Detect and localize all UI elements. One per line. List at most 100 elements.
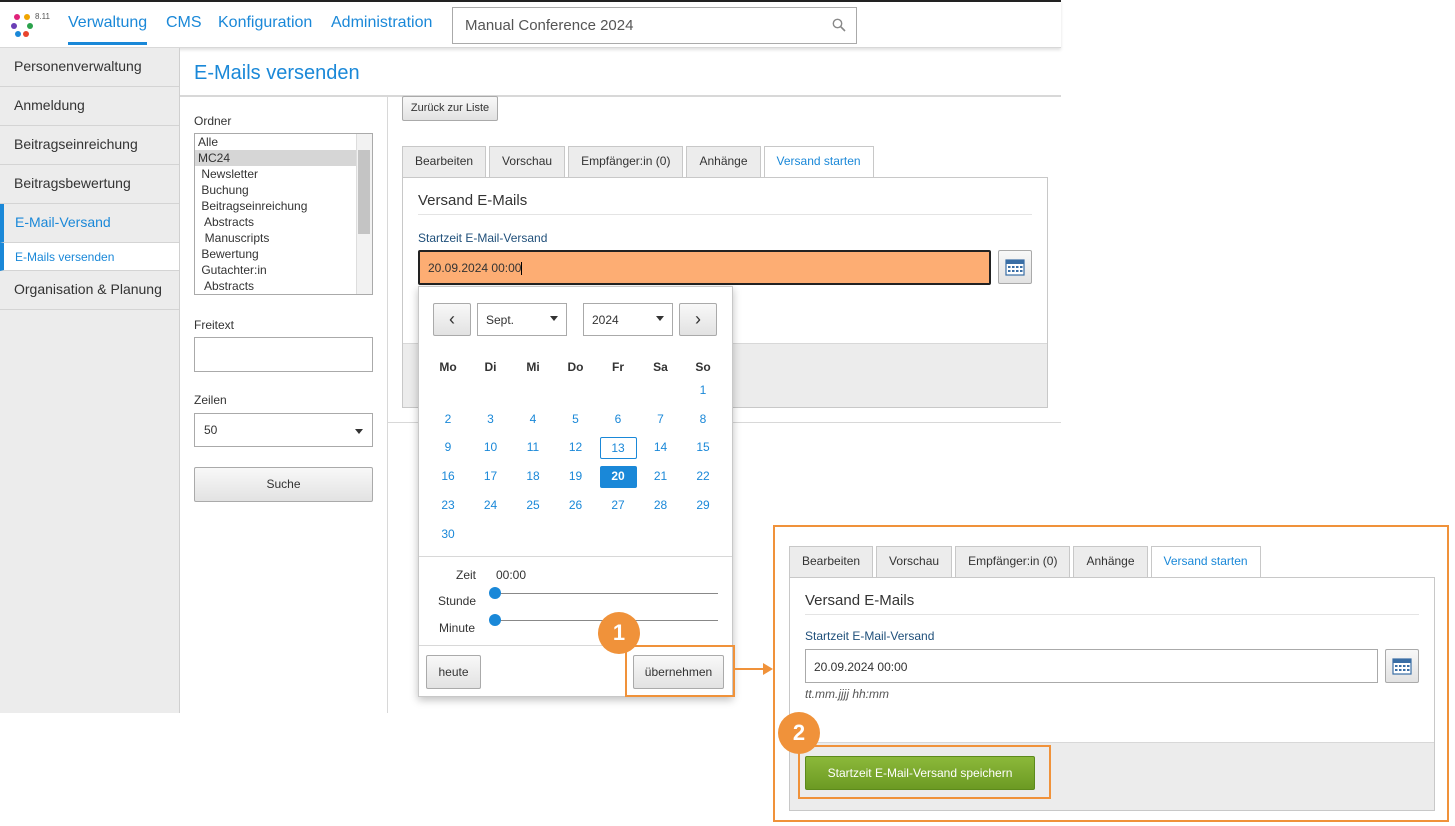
day-cell[interactable]: 10: [472, 437, 509, 459]
ordner-option[interactable]: Manuscripts: [195, 230, 372, 246]
day-cell[interactable]: 8: [685, 409, 722, 431]
day-cell[interactable]: 30: [430, 524, 467, 546]
ordner-option[interactable]: Bewertung: [195, 246, 372, 262]
nav-konfiguration[interactable]: Konfiguration: [218, 14, 312, 32]
sidebar-subitem-emails-versenden[interactable]: E-Mails versenden: [0, 243, 179, 271]
next-month-button[interactable]: ›: [679, 303, 717, 336]
calendar-button[interactable]: [998, 250, 1032, 284]
tab-anhaenge[interactable]: Anhänge: [686, 146, 761, 177]
day-cell[interactable]: 28: [642, 495, 679, 517]
sidebar-item-beitragsbewertung[interactable]: Beitragsbewertung: [0, 165, 179, 204]
search-icon[interactable]: [832, 18, 846, 32]
day-cell[interactable]: 3: [472, 409, 509, 431]
event-search-value: Manual Conference 2024: [465, 17, 634, 34]
zoom-tab-versand-starten[interactable]: Versand starten: [1150, 546, 1261, 578]
day-cell[interactable]: 5: [557, 409, 594, 431]
event-search-input[interactable]: Manual Conference 2024: [452, 7, 857, 44]
zoom-tab-empfaenger[interactable]: Empfänger:in (0): [955, 546, 1071, 577]
year-select[interactable]: 2024: [583, 303, 673, 336]
calendar-icon: [1392, 658, 1412, 675]
ordner-option[interactable]: Beitragseinreichung: [195, 198, 372, 214]
nav-verwaltung[interactable]: Verwaltung: [68, 14, 148, 45]
day-cell-today[interactable]: 13: [599, 437, 637, 460]
day-cell-selected[interactable]: 20: [599, 466, 637, 489]
ordner-option[interactable]: Abstracts: [195, 278, 372, 294]
day-cell[interactable]: 29: [685, 495, 722, 517]
listbox-scrollbar[interactable]: [356, 134, 372, 294]
tab-empfaenger[interactable]: Empfänger:in (0): [568, 146, 684, 177]
day-cell[interactable]: 23: [430, 495, 467, 517]
chevron-down-icon: [355, 429, 363, 434]
sidebar-item-anmeldung[interactable]: Anmeldung: [0, 87, 179, 126]
save-startzeit-button[interactable]: Startzeit E-Mail-Versand speichern: [805, 756, 1035, 790]
day-cell[interactable]: 7: [642, 409, 679, 431]
day-cell[interactable]: 19: [557, 466, 594, 488]
zoom-calendar-button[interactable]: [1385, 649, 1419, 683]
ordner-option[interactable]: Gutachter:in: [195, 262, 372, 278]
day-cell[interactable]: 1: [685, 380, 722, 402]
nav-cms[interactable]: CMS: [166, 14, 202, 32]
month-value: Sept.: [486, 313, 515, 327]
tab-bearbeiten[interactable]: Bearbeiten: [402, 146, 487, 177]
zoom-tab-vorschau[interactable]: Vorschau: [876, 546, 953, 577]
tab-vorschau[interactable]: Vorschau: [489, 146, 566, 177]
zoom-startzeit-value: 20.09.2024 00:00: [814, 660, 908, 674]
tab-versand-starten[interactable]: Versand starten: [763, 146, 874, 178]
day-cell[interactable]: 25: [515, 495, 552, 517]
day-cell[interactable]: 24: [472, 495, 509, 517]
suche-button[interactable]: Suche: [194, 467, 373, 502]
day-cell[interactable]: 12: [557, 437, 594, 459]
sidebar-item-personenverwaltung[interactable]: Personenverwaltung: [0, 48, 179, 87]
ordner-option[interactable]: MC24: [195, 150, 372, 166]
day-cell[interactable]: 22: [685, 466, 722, 488]
hour-slider-handle[interactable]: [489, 587, 501, 599]
ordner-option[interactable]: Abstracts: [195, 214, 372, 230]
day-cell[interactable]: 16: [430, 466, 467, 488]
day-cell[interactable]: 26: [557, 495, 594, 517]
sidebar-item-organisation[interactable]: Organisation & Planung: [0, 271, 179, 310]
app-logo-icon[interactable]: [10, 11, 34, 39]
section-rule: [418, 214, 1032, 215]
sidebar-item-beitragseinreichung[interactable]: Beitragseinreichung: [0, 126, 179, 165]
ordner-listbox[interactable]: Alle MC24 Newsletter Buchung Beitragseinr…: [194, 133, 373, 295]
ordner-label: Ordner: [194, 114, 232, 128]
day-cell[interactable]: 15: [685, 437, 722, 459]
minute-slider-handle[interactable]: [489, 614, 501, 626]
freitext-label: Freitext: [194, 318, 235, 332]
zoom-tab-anhaenge[interactable]: Anhänge: [1073, 546, 1148, 577]
sidebar-item-email-versand[interactable]: E-Mail-Versand: [0, 204, 179, 243]
day-cell[interactable]: 21: [642, 466, 679, 488]
version-label: 8.11: [35, 12, 50, 21]
weekday-header: Di: [484, 360, 497, 374]
time-label: Zeit: [456, 568, 477, 582]
back-to-list-button[interactable]: Zurück zur Liste: [402, 96, 498, 121]
weekday-header: Do: [567, 360, 584, 374]
freitext-input[interactable]: [194, 337, 373, 372]
weekday-header: Sa: [653, 360, 668, 374]
month-select[interactable]: Sept.: [477, 303, 567, 336]
hour-slider[interactable]: [495, 593, 718, 594]
ordner-option[interactable]: Newsletter: [195, 166, 372, 182]
day-cell[interactable]: 27: [600, 495, 637, 517]
ordner-option[interactable]: Buchung: [195, 182, 372, 198]
zoom-startzeit-input[interactable]: 20.09.2024 00:00: [805, 649, 1378, 683]
day-cell[interactable]: 11: [515, 437, 552, 459]
calendar-icon: [1005, 259, 1025, 276]
day-cell[interactable]: 17: [472, 466, 509, 488]
prev-month-button[interactable]: ‹: [433, 303, 471, 336]
zoom-tab-bearbeiten[interactable]: Bearbeiten: [789, 546, 874, 577]
listbox-scroll-thumb[interactable]: [358, 150, 370, 234]
nav-administration[interactable]: Administration: [331, 14, 432, 32]
day-cell[interactable]: 4: [515, 409, 552, 431]
day-cell[interactable]: 18: [515, 466, 552, 488]
day-cell[interactable]: 2: [430, 409, 467, 431]
ordner-option[interactable]: Alle: [195, 134, 372, 150]
day-cell[interactable]: 14: [642, 437, 679, 459]
startzeit-input[interactable]: 20.09.2024 00:00: [418, 250, 991, 285]
zeilen-label: Zeilen: [194, 393, 227, 407]
heute-button[interactable]: heute: [426, 655, 481, 689]
zeilen-select[interactable]: 50: [194, 413, 373, 447]
day-cell[interactable]: 9: [430, 437, 467, 459]
minute-label: Minute: [439, 621, 476, 635]
day-cell[interactable]: 6: [600, 409, 637, 431]
